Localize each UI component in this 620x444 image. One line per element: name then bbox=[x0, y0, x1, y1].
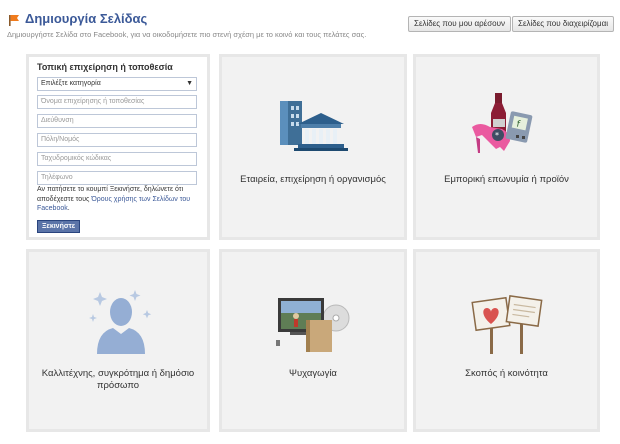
terms-end: . bbox=[67, 205, 70, 212]
person-silhouette-icon bbox=[89, 290, 152, 354]
business-name-input[interactable]: Όνομα επιχείρησης ή τοποθεσίας bbox=[37, 95, 197, 109]
category-cause-tile[interactable]: Σκοπός ή κοινότητα bbox=[413, 249, 600, 432]
page-subtitle: Δημιουργήστε Σελίδα στο Facebook, για να… bbox=[7, 30, 367, 39]
address-input[interactable]: Διεύθυνση bbox=[37, 114, 197, 128]
phone-input[interactable]: Τηλέφωνο bbox=[37, 171, 197, 185]
category-brand-tile[interactable]: f * Εμπορική επωνυμία ή προϊόν bbox=[413, 54, 600, 240]
category-select-value: Επιλέξτε κατηγορία bbox=[41, 80, 101, 87]
category-entertainment-label: Ψυχαγωγία bbox=[289, 368, 337, 379]
city-input[interactable]: Πόλη/Νομός bbox=[37, 133, 197, 147]
category-select[interactable]: Επιλέξτε κατηγορία ▼ bbox=[37, 77, 197, 91]
chevron-down-icon: ▼ bbox=[186, 80, 193, 87]
liked-pages-button[interactable]: Σελίδες που μου αρέσουν bbox=[408, 16, 511, 32]
category-company-label: Εταιρεία, επιχείρηση ή οργανισμός bbox=[240, 174, 386, 185]
products-icon: f * bbox=[472, 93, 533, 153]
svg-text:*: * bbox=[495, 131, 499, 140]
local-business-title: Τοπική επιχείρηση ή τοποθεσία bbox=[37, 62, 173, 72]
page-title: Δημιουργία Σελίδας bbox=[25, 11, 148, 26]
category-company-tile[interactable]: Εταιρεία, επιχείρηση ή οργανισμός bbox=[219, 54, 407, 240]
page-flag-icon bbox=[9, 15, 19, 26]
tv-book-cd-icon bbox=[276, 298, 350, 352]
category-artist-label-line2: πρόσωπο bbox=[96, 380, 140, 391]
buildings-icon bbox=[280, 101, 348, 151]
category-cause-label: Σκοπός ή κοινότητα bbox=[465, 368, 548, 379]
category-entertainment-tile[interactable]: Ψυχαγωγία bbox=[219, 249, 407, 432]
managed-pages-button[interactable]: Σελίδες που διαχειρίζομαι bbox=[512, 16, 615, 32]
postal-code-input[interactable]: Ταχυδρομικός κώδικας bbox=[37, 152, 197, 166]
category-artist-label-line1: Καλλιτέχνης, συγκρότημα ή δημόσιο bbox=[41, 368, 195, 379]
signs-heart-icon bbox=[471, 295, 543, 354]
terms-notice: Αν πατήσετε το κουμπί Ξεκινήστε, δηλώνετ… bbox=[37, 185, 199, 214]
category-brand-label: Εμπορική επωνυμία ή προϊόν bbox=[444, 174, 569, 185]
category-artist-label: Καλλιτέχνης, συγκρότημα ή δημόσιο πρόσωπ… bbox=[29, 368, 207, 392]
start-button[interactable]: Ξεκινήστε bbox=[37, 220, 81, 233]
local-business-tile: Τοπική επιχείρηση ή τοποθεσία Επιλέξτε κ… bbox=[26, 54, 210, 240]
category-artist-tile[interactable]: Καλλιτέχνης, συγκρότημα ή δημόσιο πρόσωπ… bbox=[26, 249, 210, 432]
